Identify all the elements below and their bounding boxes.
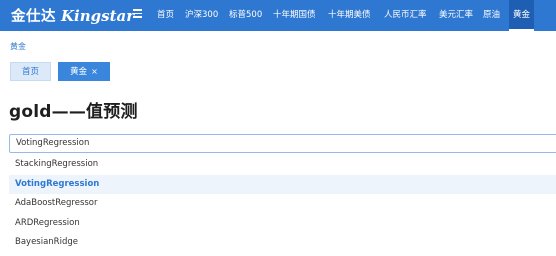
nav-item-hs300[interactable]: 沪深300	[185, 0, 218, 31]
logo-cn-text: 金仕达	[11, 9, 56, 25]
close-icon[interactable]: ×	[91, 67, 98, 76]
logo[interactable]: 金仕达 Kingstar	[11, 5, 134, 25]
dropdown-option-adaboost-regressor[interactable]: AdaBoostRegressor	[9, 194, 556, 214]
top-nav-bar: 金仕达 Kingstar 首页 沪深300 标普500 十年期国债 十年期美债 …	[0, 0, 556, 31]
nav-item-cn-10y-bond[interactable]: 十年期国债	[273, 0, 316, 31]
nav-item-us-10y-bond[interactable]: 十年期美债	[328, 0, 371, 31]
hamburger-menu-icon[interactable]	[133, 9, 142, 18]
model-dropdown-list: StackingRegression VotingRegression AdaB…	[9, 155, 556, 256]
logo-en-text: Kingstar	[61, 7, 135, 25]
dropdown-option-voting-regression[interactable]: VotingRegression	[9, 174, 556, 194]
tab-home-label: 首页	[21, 67, 39, 77]
breadcrumb[interactable]: 黄金	[10, 41, 26, 52]
nav-item-usd-fx[interactable]: 美元汇率	[439, 0, 473, 31]
dropdown-option-stacking-regression[interactable]: StackingRegression	[9, 155, 556, 175]
tab-gold[interactable]: 黄金 ×	[58, 62, 110, 81]
nav-item-sp500[interactable]: 标普500	[229, 0, 262, 31]
dropdown-option-ard-regression[interactable]: ARDRegression	[9, 214, 556, 234]
model-select-input[interactable]: VotingRegression	[9, 134, 556, 153]
page-title: gold——值预测	[9, 102, 138, 122]
nav-item-rmb-fx[interactable]: 人民币汇率	[384, 0, 427, 31]
tab-gold-label: 黄金	[70, 67, 88, 77]
dropdown-option-bayesian-ridge[interactable]: BayesianRidge	[9, 233, 556, 253]
nav-item-crude-oil[interactable]: 原油	[483, 0, 500, 31]
nav-item-gold[interactable]: 黄金	[509, 0, 535, 31]
tab-home[interactable]: 首页	[10, 62, 51, 81]
nav-item-home[interactable]: 首页	[157, 0, 174, 31]
